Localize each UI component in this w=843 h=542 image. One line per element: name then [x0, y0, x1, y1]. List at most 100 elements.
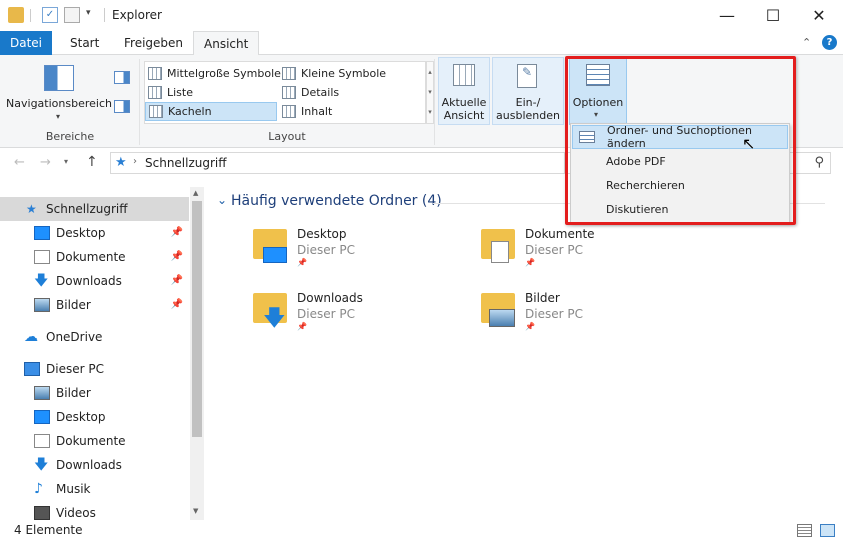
- layout-small-icons[interactable]: Kleine Symbole: [279, 64, 386, 83]
- sidebar-scrollbar[interactable]: ▲ ▼: [190, 187, 204, 520]
- status-bar: 4 Elemente: [0, 520, 843, 542]
- sidebar-item-pc-desktop[interactable]: Desktop: [0, 405, 189, 429]
- medium-icons-icon: [148, 67, 162, 80]
- pin-icon[interactable]: 📌: [171, 299, 183, 310]
- navigation-pane: ★ Schnellzugriff Desktop 📌 Dokumente 📌 🡇 Dow…: [0, 187, 190, 520]
- address-bar[interactable]: ★ › Schnellzugriff: [110, 152, 565, 174]
- layout-tiles[interactable]: Kacheln: [145, 102, 277, 121]
- sidebar-item-dieser-pc[interactable]: Dieser PC: [0, 357, 189, 381]
- folder-name: Desktop: [297, 227, 347, 241]
- folder-name: Dokumente: [525, 227, 595, 241]
- tab-ansicht[interactable]: Ansicht: [193, 31, 260, 56]
- folder-icon: [8, 7, 24, 23]
- sidebar-item-dokumente[interactable]: Dokumente 📌: [0, 245, 189, 269]
- chevron-down-icon: ▾: [56, 112, 61, 121]
- details-view-icon[interactable]: [797, 524, 812, 537]
- window-title: Explorer: [112, 8, 162, 22]
- folder-tile-downloads[interactable]: 🡇 Downloads Dieser PC 📌: [249, 289, 449, 339]
- sidebar-item-schnellzugriff[interactable]: ★ Schnellzugriff: [0, 197, 189, 221]
- maximize-button[interactable]: ☐: [750, 0, 796, 31]
- details-pane-icon[interactable]: [114, 100, 130, 113]
- ribbon-tabs: Datei Start Freigeben Ansicht ⌃ ?: [0, 31, 843, 56]
- sidebar-item-label: Dokumente: [56, 250, 126, 264]
- documents-icon: [491, 241, 509, 263]
- tab-datei[interactable]: Datei: [0, 31, 52, 55]
- pin-icon[interactable]: 📌: [171, 251, 183, 262]
- sidebar-item-onedrive[interactable]: ☁ OneDrive: [0, 325, 189, 349]
- folder-tile-dokumente[interactable]: Dokumente Dieser PC 📌: [477, 225, 677, 275]
- documents-icon: [34, 434, 50, 448]
- sidebar-item-downloads[interactable]: 🡇 Downloads 📌: [0, 269, 189, 293]
- section-title[interactable]: Häufig verwendete Ordner (4): [231, 193, 442, 209]
- tab-freigeben[interactable]: Freigeben: [114, 31, 193, 55]
- collapse-ribbon-icon[interactable]: ⌃: [802, 36, 811, 49]
- close-button[interactable]: ✕: [796, 0, 842, 31]
- divider: [104, 8, 105, 22]
- current-view-button[interactable]: Aktuelle Ansicht: [438, 57, 490, 125]
- layout-list[interactable]: Liste: [145, 83, 193, 102]
- sidebar-item-desktop[interactable]: Desktop 📌: [0, 221, 189, 245]
- pin-icon[interactable]: 📌: [171, 227, 183, 238]
- sidebar-item-bilder[interactable]: Bilder 📌: [0, 293, 189, 317]
- sidebar-item-pc-dokumente[interactable]: Dokumente: [0, 429, 189, 453]
- sidebar-item-label: Dieser PC: [46, 362, 104, 376]
- sidebar-item-label: Videos: [56, 506, 96, 520]
- sidebar-item-pc-bilder[interactable]: Bilder: [0, 381, 189, 405]
- back-arrow-icon[interactable]: ←: [14, 155, 25, 170]
- pin-icon[interactable]: 📌: [171, 275, 183, 286]
- sidebar-item-label: Bilder: [56, 298, 91, 312]
- sidebar-item-pc-downloads[interactable]: 🡇 Downloads: [0, 453, 189, 477]
- scroll-down-icon[interactable]: ▼: [193, 507, 198, 515]
- show-hide-button[interactable]: ✎ Ein-/ ausblenden: [492, 57, 564, 125]
- recent-locations-icon[interactable]: ▾: [64, 157, 68, 166]
- new-folder-icon[interactable]: [64, 7, 80, 23]
- folder-location: Dieser PC: [297, 243, 355, 257]
- pictures-icon: [489, 309, 515, 327]
- pin-icon: 📌: [525, 322, 535, 331]
- layout-item-label: Details: [301, 86, 340, 99]
- title-bar: ✓ ▾ Explorer — ☐ ✕: [0, 0, 843, 31]
- sidebar-item-pc-videos[interactable]: Videos: [0, 501, 189, 520]
- large-icons-view-icon[interactable]: [820, 524, 835, 537]
- group-label-bereiche: Bereiche: [45, 130, 95, 143]
- scroll-up-icon[interactable]: ▲: [193, 189, 198, 197]
- layout-medium-icons[interactable]: Mittelgroße Symbole: [145, 64, 281, 83]
- navigation-pane-button[interactable]: Navigationsbereich: [4, 97, 114, 110]
- scrollbar-thumb[interactable]: [192, 201, 202, 437]
- item-count: 4 Elemente: [14, 523, 83, 537]
- sidebar-item-pc-musik[interactable]: ♪ Musik: [0, 477, 189, 501]
- star-icon: ★: [115, 155, 127, 170]
- properties-icon[interactable]: ✓: [42, 7, 58, 23]
- folder-tile-desktop[interactable]: Desktop Dieser PC 📌: [249, 225, 449, 275]
- sidebar-item-label: Musik: [56, 482, 91, 496]
- computer-icon: [24, 362, 40, 376]
- chevron-down-icon[interactable]: ⌄: [217, 193, 227, 207]
- layout-details[interactable]: Details: [279, 83, 339, 102]
- main-content: ⌄ Häufig verwendete Ordner (4) Desktop D…: [205, 187, 843, 520]
- cloud-icon: ☁: [24, 329, 38, 345]
- minimize-button[interactable]: —: [704, 0, 750, 31]
- sidebar-item-label: Schnellzugriff: [46, 202, 128, 216]
- layout-content[interactable]: Inhalt: [279, 102, 332, 121]
- folder-location: Dieser PC: [525, 307, 583, 321]
- download-icon: 🡇: [263, 306, 286, 331]
- forward-arrow-icon[interactable]: →: [40, 155, 51, 170]
- breadcrumb[interactable]: Schnellzugriff: [145, 156, 227, 170]
- show-hide-icon: ✎: [517, 64, 537, 88]
- folder-name: Downloads: [297, 291, 363, 305]
- list-icon: [148, 86, 162, 99]
- tab-start[interactable]: Start: [60, 31, 109, 55]
- show-hide-line2: ausblenden: [496, 109, 560, 122]
- layout-item-label: Mittelgroße Symbole: [167, 67, 281, 80]
- customize-qat-icon[interactable]: ▾: [86, 8, 91, 18]
- desktop-icon: [34, 410, 50, 424]
- preview-pane-icon[interactable]: [114, 71, 130, 84]
- folder-tile-bilder[interactable]: Bilder Dieser PC 📌: [477, 289, 677, 339]
- up-arrow-icon[interactable]: ↑: [86, 154, 98, 170]
- search-icon: ⚲: [814, 155, 824, 170]
- layout-gallery-scroll[interactable]: ▴ ▾ ▾: [426, 61, 434, 124]
- content-icon: [282, 105, 296, 118]
- mouse-cursor-icon: ↖: [742, 134, 756, 153]
- help-icon[interactable]: ?: [822, 35, 837, 50]
- music-icon: ♪: [34, 481, 43, 497]
